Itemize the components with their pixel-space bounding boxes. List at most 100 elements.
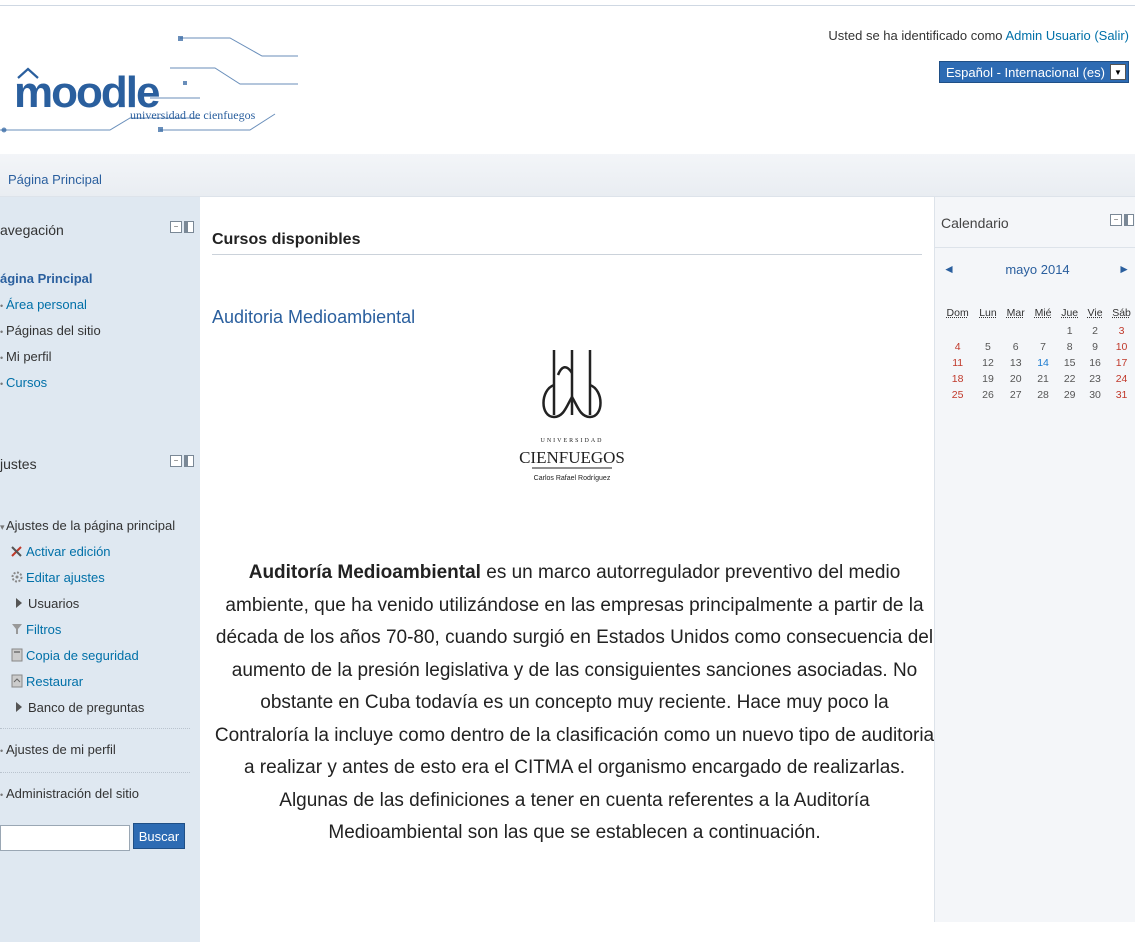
calendar-day[interactable]: 25 (941, 387, 974, 403)
calendar-day[interactable]: 22 (1056, 371, 1083, 387)
logout-link[interactable]: (Salir) (1094, 28, 1129, 43)
calendar-day[interactable]: 8 (1056, 339, 1083, 355)
collapse-icon[interactable]: − (1110, 214, 1122, 226)
site-logo[interactable]: moodle universidad de cienfuegos (0, 26, 300, 141)
funnel-icon (12, 624, 22, 634)
calendar-day[interactable]: 19 (974, 371, 1001, 387)
edit-pencil-icon (11, 546, 22, 557)
calendar-day[interactable]: 12 (974, 355, 1001, 371)
nav-item-home[interactable]: ágina Principal (0, 266, 101, 292)
calendar-weekday: Vie (1087, 307, 1103, 319)
navigation-block-title: avegación (0, 222, 64, 238)
user-profile-link[interactable]: Admin Usuario (1005, 28, 1090, 43)
left-sidebar: avegación − ágina Principal • Área person… (0, 197, 200, 942)
nav-item-courses[interactable]: • Cursos (0, 370, 101, 396)
settings-item-usuarios[interactable]: Usuarios (0, 591, 175, 617)
nav-item-site-pages[interactable]: • Páginas del sitio (0, 318, 101, 344)
settings-item-label[interactable]: Restaurar (26, 674, 83, 689)
search-button[interactable]: Buscar (133, 823, 185, 849)
next-month-icon[interactable]: ► (1118, 262, 1130, 276)
settings-item-label[interactable]: Activar edición (26, 544, 111, 559)
calendar-day[interactable]: 1 (1056, 323, 1083, 339)
calendar-day[interactable]: 3 (1107, 323, 1135, 339)
settings-site-admin[interactable]: • Administración del sitio (0, 781, 139, 807)
nav-item-area-personal-label[interactable]: Área personal (6, 297, 87, 312)
settings-item-banco-preguntas[interactable]: Banco de preguntas (0, 695, 175, 721)
title-rule (212, 254, 922, 255)
language-select[interactable]: Español - Internacional (es) ▼ (939, 61, 1129, 83)
settings-item-label: Banco de preguntas (28, 700, 145, 715)
backup-icon (11, 648, 23, 662)
dock-icon[interactable] (1124, 214, 1134, 226)
settings-item-label[interactable]: Editar ajustes (26, 570, 105, 585)
navigation-list: ágina Principal • Área personal • Páginas … (0, 266, 101, 396)
calendar-day[interactable]: 14 (1030, 355, 1057, 371)
calendar-day (1030, 323, 1057, 339)
chevron-down-icon: ▼ (1110, 64, 1126, 80)
calendar-month-link[interactable]: mayo 2014 (941, 262, 1134, 277)
calendar-week-row: 11 12 13 14 15 16 17 (941, 355, 1135, 371)
calendar-day[interactable]: 13 (1002, 355, 1030, 371)
divider (0, 728, 190, 729)
calendar-day[interactable]: 28 (1030, 387, 1057, 403)
settings-my-profile[interactable]: • Ajustes de mi perfil (0, 737, 116, 763)
calendar-day[interactable]: 31 (1107, 387, 1135, 403)
calendar-day[interactable]: 16 (1083, 355, 1107, 371)
triangle-right-icon (16, 702, 22, 712)
settings-item-filtros[interactable]: Filtros (0, 617, 175, 643)
collapse-icon[interactable]: − (170, 221, 182, 233)
calendar-day[interactable]: 18 (941, 371, 974, 387)
calendar-weekday: Mar (1006, 307, 1025, 319)
settings-item-restaurar[interactable]: Restaurar (0, 669, 175, 695)
calendar-day[interactable]: 10 (1107, 339, 1135, 355)
calendar-day[interactable]: 21 (1030, 371, 1057, 387)
calendar-day[interactable]: 4 (941, 339, 974, 355)
settings-search-input[interactable] (0, 825, 130, 851)
calendar-grid: Dom Lun Mar Mié Jue Vie Sáb 1 2 3 4 5 6 7 8 9 10 11 12 13 1… (941, 305, 1135, 403)
nav-item-my-profile[interactable]: • Mi perfil (0, 344, 101, 370)
calendar-day[interactable]: 17 (1107, 355, 1135, 371)
calendar-day[interactable]: 30 (1083, 387, 1107, 403)
calendar-day[interactable]: 20 (1002, 371, 1030, 387)
calendar-day[interactable]: 9 (1083, 339, 1107, 355)
university-emblem: UNIVERSIDAD CIENFUEGOS Carlos Rafael Rod… (512, 345, 632, 505)
dock-icon[interactable] (184, 455, 194, 467)
settings-front-page[interactable]: ▾Ajustes de la página principal (0, 513, 175, 539)
dock-icon[interactable] (184, 221, 194, 233)
calendar-weekday: Lun (979, 307, 997, 319)
prev-month-icon[interactable]: ◄ (943, 262, 955, 276)
settings-front-page-label: Ajustes de la página principal (6, 518, 176, 533)
collapse-icon[interactable]: − (170, 455, 182, 467)
calendar-day[interactable]: 29 (1056, 387, 1083, 403)
settings-site-admin-label: Administración del sitio (6, 786, 139, 801)
login-prefix: Usted se ha identificado como (828, 28, 1006, 43)
nav-item-home-label[interactable]: ágina Principal (0, 271, 92, 286)
calendar-day[interactable]: 27 (1002, 387, 1030, 403)
navigation-block-header: avegación − (0, 215, 200, 245)
calendar-day[interactable]: 7 (1030, 339, 1057, 355)
emblem-sub-text: Carlos Rafael Rodríguez (534, 475, 611, 482)
gear-icon (11, 571, 23, 583)
settings-item-activar-edicion[interactable]: Activar edición (0, 539, 175, 565)
calendar-day[interactable]: 11 (941, 355, 974, 371)
calendar-day[interactable]: 6 (1002, 339, 1030, 355)
settings-item-editar-ajustes[interactable]: Editar ajustes (0, 565, 175, 591)
calendar-day[interactable]: 26 (974, 387, 1001, 403)
calendar-block-controls: − (1110, 214, 1134, 226)
nav-item-courses-label[interactable]: Cursos (6, 375, 47, 390)
calendar-day[interactable]: 23 (1083, 371, 1107, 387)
settings-item-label[interactable]: Copia de seguridad (26, 648, 139, 663)
settings-item-label[interactable]: Filtros (26, 622, 61, 637)
calendar-day[interactable]: 5 (974, 339, 1001, 355)
calendar-day[interactable]: 24 (1107, 371, 1135, 387)
settings-item-copia-seguridad[interactable]: Copia de seguridad (0, 643, 175, 669)
calendar-week-row: 18 19 20 21 22 23 24 (941, 371, 1135, 387)
main-content: Cursos disponibles Auditoria Medioambien… (212, 197, 934, 942)
calendar-day[interactable]: 2 (1083, 323, 1107, 339)
breadcrumb-home[interactable]: Página Principal (8, 172, 102, 187)
nav-item-area-personal[interactable]: • Área personal (0, 292, 101, 318)
calendar-week-row: 4 5 6 7 8 9 10 (941, 339, 1135, 355)
course-link[interactable]: Auditoria Medioambiental (212, 307, 415, 328)
settings-list: ▾Ajustes de la página principal Activar … (0, 513, 175, 721)
calendar-day[interactable]: 15 (1056, 355, 1083, 371)
